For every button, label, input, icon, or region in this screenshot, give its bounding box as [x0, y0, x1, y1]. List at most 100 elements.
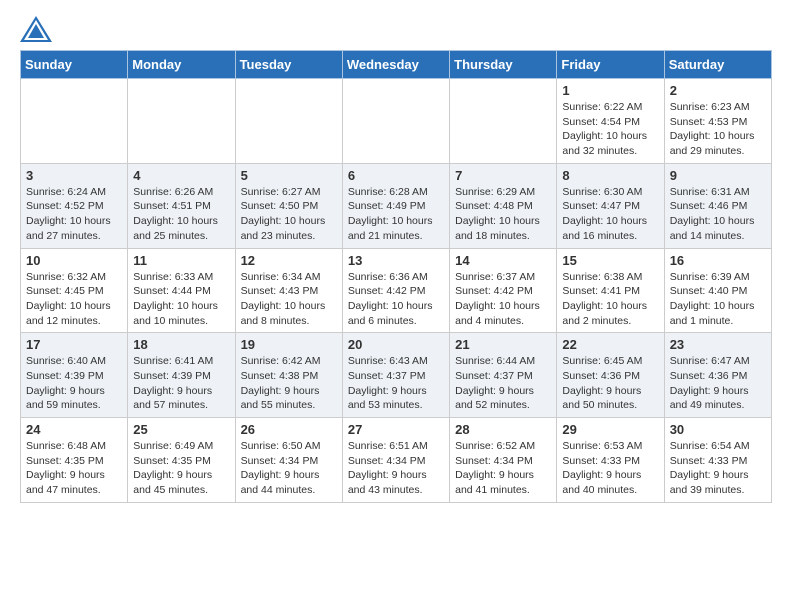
day-detail: Sunrise: 6:53 AM Sunset: 4:33 PM Dayligh…: [562, 439, 658, 498]
day-detail: Sunrise: 6:43 AM Sunset: 4:37 PM Dayligh…: [348, 354, 444, 413]
day-number: 10: [26, 253, 122, 268]
day-number: 9: [670, 168, 766, 183]
calendar-row: 1 Sunrise: 6:22 AM Sunset: 4:54 PM Daylig…: [21, 79, 772, 164]
logo: [20, 16, 52, 38]
day-detail: Sunrise: 6:33 AM Sunset: 4:44 PM Dayligh…: [133, 270, 229, 329]
day-detail: Sunrise: 6:42 AM Sunset: 4:38 PM Dayligh…: [241, 354, 337, 413]
day-number: 24: [26, 422, 122, 437]
day-number: 12: [241, 253, 337, 268]
day-number: 18: [133, 337, 229, 352]
day-number: 1: [562, 83, 658, 98]
day-number: 4: [133, 168, 229, 183]
day-number: 15: [562, 253, 658, 268]
day-detail: Sunrise: 6:50 AM Sunset: 4:34 PM Dayligh…: [241, 439, 337, 498]
calendar-cell: 15 Sunrise: 6:38 AM Sunset: 4:41 PM Dayli…: [557, 248, 664, 333]
calendar-cell: 18 Sunrise: 6:41 AM Sunset: 4:39 PM Dayli…: [128, 333, 235, 418]
day-detail: Sunrise: 6:27 AM Sunset: 4:50 PM Dayligh…: [241, 185, 337, 244]
day-number: 13: [348, 253, 444, 268]
calendar-row: 17 Sunrise: 6:40 AM Sunset: 4:39 PM Dayli…: [21, 333, 772, 418]
day-detail: Sunrise: 6:45 AM Sunset: 4:36 PM Dayligh…: [562, 354, 658, 413]
header-area: [20, 16, 772, 38]
day-detail: Sunrise: 6:31 AM Sunset: 4:46 PM Dayligh…: [670, 185, 766, 244]
calendar-cell: 2 Sunrise: 6:23 AM Sunset: 4:53 PM Daylig…: [664, 79, 771, 164]
calendar-header-saturday: Saturday: [664, 51, 771, 79]
calendar-header-row: SundayMondayTuesdayWednesdayThursdayFrid…: [21, 51, 772, 79]
calendar-header-sunday: Sunday: [21, 51, 128, 79]
day-detail: Sunrise: 6:48 AM Sunset: 4:35 PM Dayligh…: [26, 439, 122, 498]
calendar-cell: [450, 79, 557, 164]
calendar-cell: 17 Sunrise: 6:40 AM Sunset: 4:39 PM Dayli…: [21, 333, 128, 418]
day-detail: Sunrise: 6:38 AM Sunset: 4:41 PM Dayligh…: [562, 270, 658, 329]
day-detail: Sunrise: 6:47 AM Sunset: 4:36 PM Dayligh…: [670, 354, 766, 413]
calendar-cell: 24 Sunrise: 6:48 AM Sunset: 4:35 PM Dayli…: [21, 418, 128, 503]
calendar-header-thursday: Thursday: [450, 51, 557, 79]
day-number: 28: [455, 422, 551, 437]
day-number: 27: [348, 422, 444, 437]
day-number: 14: [455, 253, 551, 268]
day-detail: Sunrise: 6:51 AM Sunset: 4:34 PM Dayligh…: [348, 439, 444, 498]
day-detail: Sunrise: 6:22 AM Sunset: 4:54 PM Dayligh…: [562, 100, 658, 159]
calendar-header-tuesday: Tuesday: [235, 51, 342, 79]
day-detail: Sunrise: 6:39 AM Sunset: 4:40 PM Dayligh…: [670, 270, 766, 329]
day-detail: Sunrise: 6:24 AM Sunset: 4:52 PM Dayligh…: [26, 185, 122, 244]
calendar-cell: 22Sunrise: 6:45 AM Sunset: 4:36 PM Dayli…: [557, 333, 664, 418]
calendar-header-friday: Friday: [557, 51, 664, 79]
day-number: 5: [241, 168, 337, 183]
calendar-cell: 4 Sunrise: 6:26 AM Sunset: 4:51 PM Daylig…: [128, 163, 235, 248]
day-number: 19: [241, 337, 337, 352]
calendar-cell: 23 Sunrise: 6:47 AM Sunset: 4:36 PM Dayli…: [664, 333, 771, 418]
day-detail: Sunrise: 6:23 AM Sunset: 4:53 PM Dayligh…: [670, 100, 766, 159]
calendar-cell: 29Sunrise: 6:53 AM Sunset: 4:33 PM Dayli…: [557, 418, 664, 503]
day-number: 17: [26, 337, 122, 352]
day-detail: Sunrise: 6:49 AM Sunset: 4:35 PM Dayligh…: [133, 439, 229, 498]
day-detail: Sunrise: 6:40 AM Sunset: 4:39 PM Dayligh…: [26, 354, 122, 413]
day-detail: Sunrise: 6:37 AM Sunset: 4:42 PM Dayligh…: [455, 270, 551, 329]
calendar-cell: 8 Sunrise: 6:30 AM Sunset: 4:47 PM Daylig…: [557, 163, 664, 248]
day-number: 26: [241, 422, 337, 437]
day-detail: Sunrise: 6:54 AM Sunset: 4:33 PM Dayligh…: [670, 439, 766, 498]
day-number: 25: [133, 422, 229, 437]
calendar-cell: 25 Sunrise: 6:49 AM Sunset: 4:35 PM Dayli…: [128, 418, 235, 503]
calendar-cell: 30 Sunrise: 6:54 AM Sunset: 4:33 PM Dayli…: [664, 418, 771, 503]
day-number: 30: [670, 422, 766, 437]
calendar-cell: 28 Sunrise: 6:52 AM Sunset: 4:34 PM Dayli…: [450, 418, 557, 503]
day-detail: Sunrise: 6:52 AM Sunset: 4:34 PM Dayligh…: [455, 439, 551, 498]
calendar-cell: 1 Sunrise: 6:22 AM Sunset: 4:54 PM Daylig…: [557, 79, 664, 164]
day-detail: Sunrise: 6:30 AM Sunset: 4:47 PM Dayligh…: [562, 185, 658, 244]
day-number: 2: [670, 83, 766, 98]
day-detail: Sunrise: 6:34 AM Sunset: 4:43 PM Dayligh…: [241, 270, 337, 329]
logo-icon: [20, 16, 48, 38]
day-detail: Sunrise: 6:28 AM Sunset: 4:49 PM Dayligh…: [348, 185, 444, 244]
day-detail: Sunrise: 6:32 AM Sunset: 4:45 PM Dayligh…: [26, 270, 122, 329]
calendar-cell: 26 Sunrise: 6:50 AM Sunset: 4:34 PM Dayli…: [235, 418, 342, 503]
calendar-cell: [128, 79, 235, 164]
main-container: SundayMondayTuesdayWednesdayThursdayFrid…: [0, 0, 792, 519]
calendar-row: 24 Sunrise: 6:48 AM Sunset: 4:35 PM Dayli…: [21, 418, 772, 503]
day-number: 8: [562, 168, 658, 183]
calendar-cell: 10 Sunrise: 6:32 AM Sunset: 4:45 PM Dayli…: [21, 248, 128, 333]
day-number: 16: [670, 253, 766, 268]
calendar-cell: 14 Sunrise: 6:37 AM Sunset: 4:42 PM Dayli…: [450, 248, 557, 333]
day-detail: Sunrise: 6:29 AM Sunset: 4:48 PM Dayligh…: [455, 185, 551, 244]
day-number: 23: [670, 337, 766, 352]
day-number: 3: [26, 168, 122, 183]
day-detail: Sunrise: 6:36 AM Sunset: 4:42 PM Dayligh…: [348, 270, 444, 329]
day-number: 7: [455, 168, 551, 183]
calendar-header-monday: Monday: [128, 51, 235, 79]
calendar-table: SundayMondayTuesdayWednesdayThursdayFrid…: [20, 50, 772, 503]
day-number: 6: [348, 168, 444, 183]
day-number: 21: [455, 337, 551, 352]
calendar-row: 10 Sunrise: 6:32 AM Sunset: 4:45 PM Dayli…: [21, 248, 772, 333]
day-detail: Sunrise: 6:44 AM Sunset: 4:37 PM Dayligh…: [455, 354, 551, 413]
calendar-cell: 12 Sunrise: 6:34 AM Sunset: 4:43 PM Dayli…: [235, 248, 342, 333]
day-number: 20: [348, 337, 444, 352]
day-number: 11: [133, 253, 229, 268]
day-detail: Sunrise: 6:26 AM Sunset: 4:51 PM Dayligh…: [133, 185, 229, 244]
calendar-cell: 5 Sunrise: 6:27 AM Sunset: 4:50 PM Daylig…: [235, 163, 342, 248]
calendar-cell: 27 Sunrise: 6:51 AM Sunset: 4:34 PM Dayli…: [342, 418, 449, 503]
calendar-cell: 3 Sunrise: 6:24 AM Sunset: 4:52 PM Daylig…: [21, 163, 128, 248]
calendar-cell: 21 Sunrise: 6:44 AM Sunset: 4:37 PM Dayli…: [450, 333, 557, 418]
calendar-cell: 20 Sunrise: 6:43 AM Sunset: 4:37 PM Dayli…: [342, 333, 449, 418]
day-detail: Sunrise: 6:41 AM Sunset: 4:39 PM Dayligh…: [133, 354, 229, 413]
calendar-cell: [235, 79, 342, 164]
